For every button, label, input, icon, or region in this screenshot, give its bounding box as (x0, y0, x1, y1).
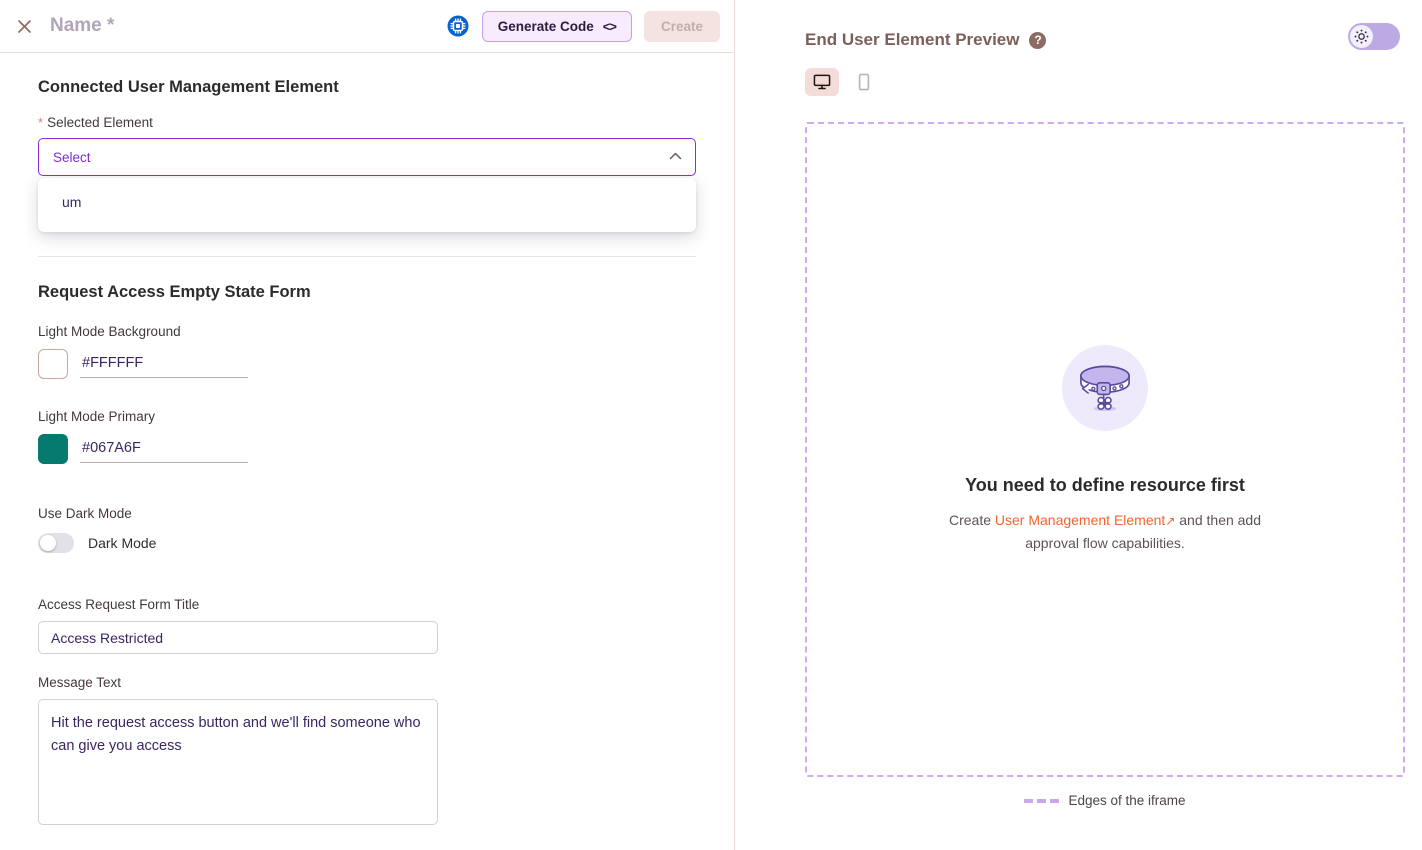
light-mode-primary-row (38, 434, 696, 464)
light-mode-primary-swatch[interactable] (38, 434, 68, 464)
sun-icon (1350, 25, 1373, 48)
external-link-arrow-icon: ↗ (1165, 514, 1175, 528)
light-mode-background-hex-input[interactable] (80, 351, 248, 378)
help-circle-icon[interactable]: ? (1029, 32, 1046, 49)
dark-mode-toggle-label: Dark Mode (88, 535, 156, 551)
selected-element-select[interactable]: Select (38, 138, 696, 176)
iframe-preview-region: You need to define resource first Create… (805, 122, 1405, 777)
iframe-edges-legend: Edges of the iframe (805, 793, 1405, 808)
selected-element-field: * Selected Element Select um (0, 115, 734, 176)
dropdown-option-um[interactable]: um (38, 186, 696, 218)
mobile-icon[interactable] (847, 68, 881, 96)
legend-label: Edges of the iframe (1068, 793, 1185, 808)
element-editor-screen: Generate Code <> Create Connected User M… (0, 0, 1422, 850)
preview-title: End User Element Preview (805, 30, 1019, 50)
cpu-chip-icon[interactable] (446, 14, 470, 38)
access-request-form-title-input[interactable] (38, 621, 438, 654)
selected-element-dropdown-menu: um (38, 178, 696, 232)
header-actions: Generate Code <> Create (446, 11, 720, 42)
theme-mode-toggle[interactable] (1348, 23, 1400, 50)
toggle-knob (40, 535, 56, 551)
editor-left-panel: Generate Code <> Create Connected User M… (0, 0, 735, 850)
element-name-input[interactable] (38, 15, 446, 37)
dark-mode-toggle[interactable] (38, 533, 74, 553)
section-title-empty-state-form: Request Access Empty State Form (0, 283, 734, 302)
light-mode-primary-label: Light Mode Primary (38, 409, 696, 424)
message-text-field: Message Text (0, 675, 734, 830)
create-button[interactable]: Create (644, 11, 720, 42)
use-dark-mode-field: Use Dark Mode Dark Mode (0, 506, 734, 553)
generate-code-button[interactable]: Generate Code <> (482, 11, 632, 42)
preview-header: End User Element Preview ? (735, 0, 1422, 56)
empty-desc-before: Create (949, 512, 995, 528)
light-mode-background-row (38, 349, 696, 379)
editor-header: Generate Code <> Create (0, 0, 734, 53)
device-selector (735, 68, 1422, 96)
selected-element-label: * Selected Element (38, 115, 696, 130)
light-mode-background-label: Light Mode Background (38, 324, 696, 339)
message-text-textarea[interactable] (38, 699, 438, 825)
access-request-form-title-field: Access Request Form Title (0, 597, 734, 654)
dark-mode-toggle-row: Dark Mode (38, 533, 696, 553)
dashed-line-icon (1024, 799, 1059, 803)
code-brackets-icon: <> (603, 19, 616, 34)
editor-form-body: Connected User Management Element * Sele… (0, 53, 734, 850)
light-mode-primary-hex-input[interactable] (80, 436, 248, 463)
selected-element-select-wrap: Select um (38, 138, 696, 176)
chevron-up-icon[interactable] (669, 152, 682, 163)
generate-code-label: Generate Code (498, 19, 594, 34)
empty-state-description: Create User Management Element↗ and then… (935, 509, 1275, 554)
message-text-label: Message Text (38, 675, 696, 690)
select-placeholder: Select (53, 150, 91, 165)
dog-collar-illustration (1062, 345, 1148, 431)
use-dark-mode-label: Use Dark Mode (38, 506, 696, 521)
required-star: * (38, 116, 43, 129)
light-mode-primary-field: Light Mode Primary (0, 409, 734, 464)
section-title-connected-element: Connected User Management Element (0, 78, 734, 97)
preview-right-panel: End User Element Preview ? (735, 0, 1422, 850)
selected-element-label-text: Selected Element (47, 115, 153, 130)
light-mode-background-swatch[interactable] (38, 349, 68, 379)
empty-state-title: You need to define resource first (965, 475, 1245, 496)
light-mode-background-field: Light Mode Background (0, 324, 734, 379)
access-request-form-title-label: Access Request Form Title (38, 597, 696, 612)
user-management-element-link[interactable]: User Management Element (995, 512, 1165, 528)
close-icon[interactable] (10, 12, 38, 40)
desktop-icon[interactable] (805, 68, 839, 96)
